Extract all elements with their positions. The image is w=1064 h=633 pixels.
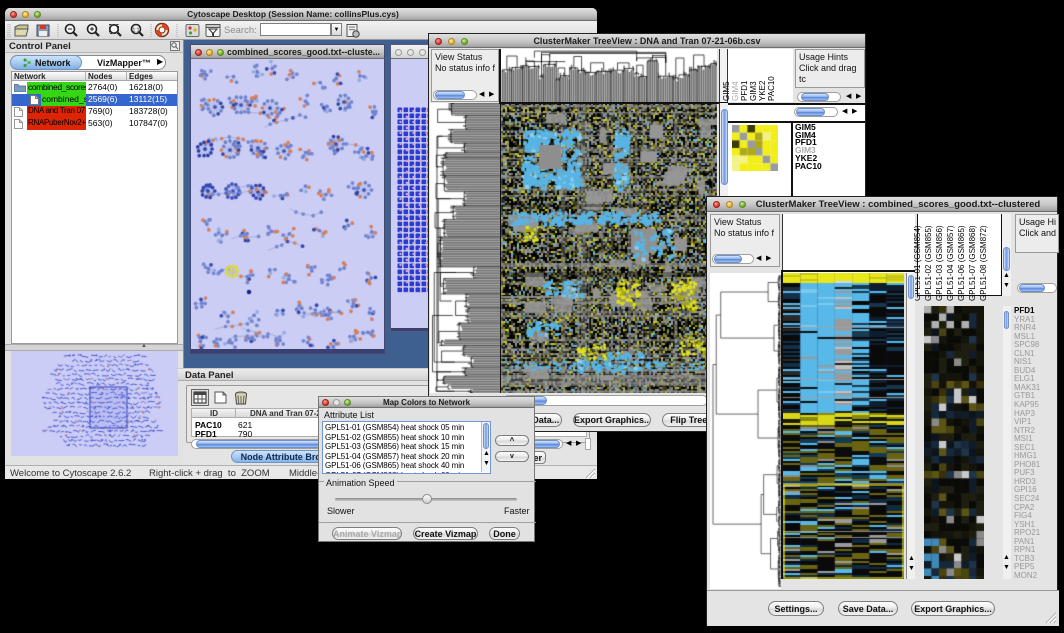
- svg-text:1:1: 1:1: [133, 28, 140, 34]
